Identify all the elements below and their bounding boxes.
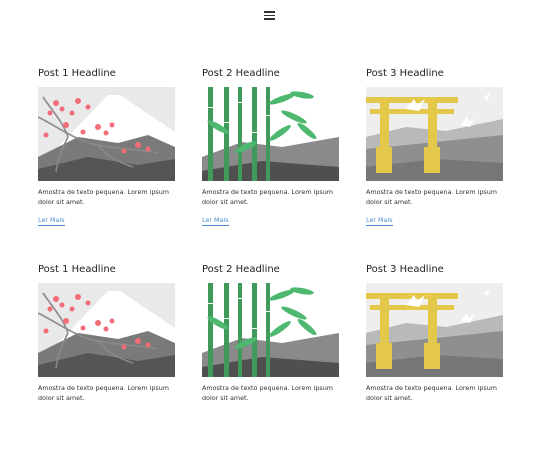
post-image-torii-gate (366, 283, 503, 377)
read-more-link[interactable]: Ler Mais (202, 216, 229, 226)
post-excerpt: Amostra de texto pequena. Lorem ipsum do… (366, 384, 498, 402)
post-image-mountain-blossom (38, 283, 175, 377)
post-row: Post 1 Headline Amostra de texto pequena… (38, 68, 503, 264)
post-excerpt: Amostra de texto pequena. Lorem ipsum do… (366, 188, 498, 206)
post-headline: Post 3 Headline (366, 264, 444, 275)
post-card: Post 3 Headline Amostra de texto pequena… (366, 264, 503, 460)
post-headline: Post 1 Headline (38, 68, 116, 79)
post-row: Post 1 Headline Amostra de texto pequena… (38, 264, 503, 460)
post-headline: Post 1 Headline (38, 264, 116, 275)
post-image-torii-gate (366, 87, 503, 181)
post-headline: Post 2 Headline (202, 264, 280, 275)
menu-button[interactable] (264, 10, 276, 20)
post-excerpt: Amostra de texto pequena. Lorem ipsum do… (202, 188, 334, 206)
post-card: Post 3 Headline Amostra de texto pequena… (366, 68, 503, 264)
post-excerpt: Amostra de texto pequena. Lorem ipsum do… (202, 384, 334, 402)
read-more-link[interactable]: Ler Mais (38, 216, 65, 226)
post-image-bamboo (202, 283, 339, 377)
post-headline: Post 2 Headline (202, 68, 280, 79)
post-image-bamboo (202, 87, 339, 181)
post-excerpt: Amostra de texto pequena. Lorem ipsum do… (38, 384, 170, 402)
post-card: Post 2 Headline Amostra de texto pequena… (202, 68, 339, 264)
post-grid: Post 1 Headline Amostra de texto pequena… (38, 68, 503, 460)
post-excerpt: Amostra de texto pequena. Lorem ipsum do… (38, 188, 170, 206)
post-card: Post 2 Headline Amostra de texto pequena… (202, 264, 339, 460)
post-headline: Post 3 Headline (366, 68, 444, 79)
post-image-mountain-blossom (38, 87, 175, 181)
post-card: Post 1 Headline Amostra de texto pequena… (38, 68, 175, 264)
read-more-link[interactable]: Ler Mais (366, 216, 393, 226)
hamburger-icon (264, 11, 275, 13)
post-card: Post 1 Headline Amostra de texto pequena… (38, 264, 175, 460)
